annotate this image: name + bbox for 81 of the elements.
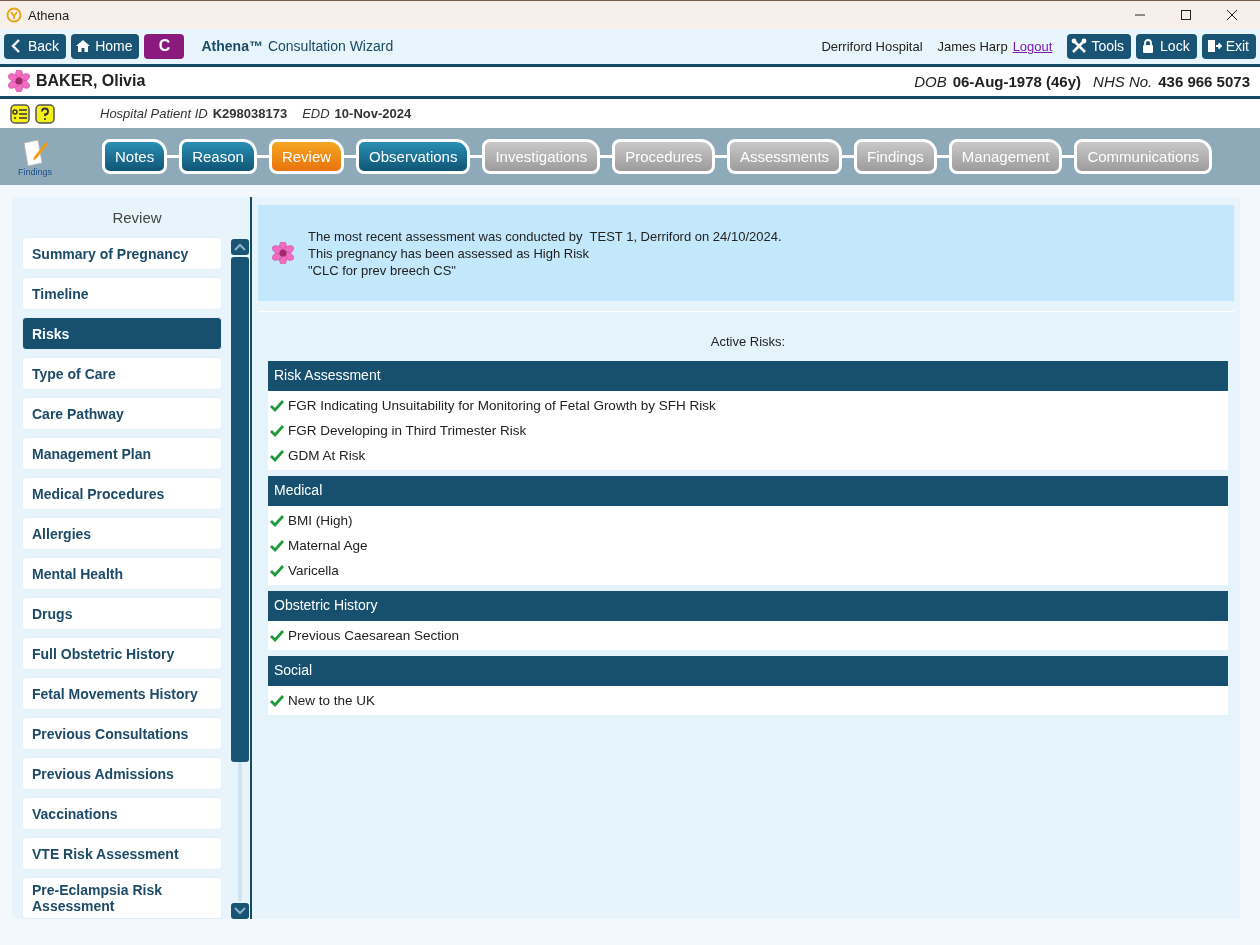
- back-button[interactable]: Back: [4, 33, 67, 59]
- findings-button[interactable]: Findings: [14, 136, 56, 177]
- patient-id-value: K298038173: [212, 106, 288, 122]
- scroll-down-icon: [231, 903, 249, 919]
- sidebar-item[interactable]: Pre-Eclampsia Risk Assessment: [22, 877, 222, 919]
- sidebar-item[interactable]: Summary of Pregnancy: [22, 237, 222, 270]
- sidebar-item[interactable]: Management Plan: [22, 437, 222, 470]
- risk-item: New to the UK: [288, 693, 376, 708]
- flower-icon: [8, 70, 30, 93]
- sidebar-item[interactable]: Care Pathway: [22, 397, 222, 430]
- exit-button[interactable]: Exit: [1201, 33, 1256, 59]
- house-icon: [75, 38, 92, 55]
- consultation-badge: C: [144, 33, 185, 59]
- edd-value: 10-Nov-2024: [334, 106, 412, 122]
- scroll-up-icon: [231, 239, 249, 255]
- alert-text: "CLC for prev breech CS": [308, 261, 457, 279]
- sidebar-item[interactable]: Timeline: [22, 277, 222, 310]
- checkmark-icon: [270, 424, 284, 437]
- risk-item: Previous Caesarean Section: [288, 628, 460, 643]
- checkmark-icon: [270, 449, 284, 462]
- checkmark-icon: [270, 694, 284, 707]
- risks-title: Active Risks:: [709, 334, 787, 349]
- risk-item: Maternal Age: [288, 538, 368, 553]
- risk-group-heading: Social: [268, 656, 1228, 686]
- window-title: Athena: [28, 7, 70, 23]
- risk-group-heading: Medical: [268, 476, 1228, 506]
- checkmark-icon: [270, 399, 284, 412]
- sidebar-item[interactable]: Previous Admissions: [22, 757, 222, 790]
- door-exit-icon: [1205, 38, 1222, 55]
- alert-text: The most recent assessment was conducted by TEST 1, Derriford on 24/10/2024.: [308, 227, 782, 245]
- maximize-icon: [1180, 9, 1192, 22]
- sidebar-title: Review: [111, 208, 163, 228]
- patient-name: BAKER, Olivia: [36, 72, 146, 91]
- risk-item: Varicella: [288, 563, 339, 578]
- sidebar-item[interactable]: Mental Health: [22, 557, 222, 590]
- list-help-icon: [10, 103, 30, 124]
- logout-link[interactable]: Logout: [1012, 38, 1053, 54]
- user-name: James Harp: [937, 38, 1008, 54]
- scrollbar-thumb[interactable]: [231, 257, 249, 762]
- alert-text: This pregnancy has been assessed as High Risk: [308, 244, 591, 262]
- help-icon: [35, 103, 55, 124]
- patient-id-label: Hospital Patient ID: [100, 106, 208, 122]
- sidebar-item[interactable]: Vaccinations: [22, 797, 222, 830]
- edd-label: EDD: [302, 106, 330, 122]
- checkmark-icon: [270, 629, 284, 642]
- lock-button[interactable]: Lock: [1136, 33, 1197, 59]
- home-button[interactable]: Home: [71, 33, 140, 59]
- tools-button[interactable]: Tools: [1067, 33, 1132, 59]
- checkmark-icon: [270, 514, 284, 527]
- flower-icon: [272, 242, 294, 264]
- risk-group-heading: Risk Assessment: [268, 361, 1228, 391]
- risk-item: BMI (High): [288, 513, 353, 528]
- checkmark-icon: [270, 539, 284, 552]
- nhs-label: NHS No.: [1093, 72, 1153, 90]
- app-subtitle: Consultation Wizard: [267, 38, 394, 55]
- app-logo-icon: [6, 7, 22, 24]
- dob-value: 06-Aug-1978 (46y): [952, 72, 1082, 90]
- wizard-step-tab[interactable]: Reason: [179, 139, 257, 175]
- risk-item: FGR Developing in Third Trimester Risk: [288, 423, 527, 438]
- risk-item: GDM At Risk: [288, 448, 366, 463]
- tools-icon: [1071, 38, 1088, 55]
- checkmark-icon: [270, 564, 284, 577]
- notepad-pencil-icon: [20, 136, 50, 167]
- dob-label: DOB: [914, 72, 947, 90]
- sidebar-item[interactable]: Fetal Movements History: [22, 677, 222, 710]
- wizard-step-tab[interactable]: Observations: [356, 139, 471, 175]
- app-name: Athena™: [201, 38, 263, 55]
- risk-item: FGR Indicating Unsuitability for Monitoring of Fetal Growth by SFH Risk: [288, 398, 716, 413]
- close-icon: [1226, 9, 1238, 22]
- sidebar-item[interactable]: Full Obstetric History: [22, 637, 222, 670]
- wizard-step-tab[interactable]: Notes: [102, 139, 168, 175]
- sidebar-item[interactable]: Medical Procedures: [22, 477, 222, 510]
- risk-group-heading: Obstetric History: [268, 591, 1228, 621]
- sidebar-item[interactable]: Drugs: [22, 597, 222, 630]
- nhs-value: 436 966 5073: [1158, 72, 1250, 90]
- sidebar-item[interactable]: Previous Consultations: [22, 717, 222, 750]
- hospital-name: Derriford Hospital: [821, 38, 923, 54]
- sidebar-item[interactable]: Allergies: [22, 517, 222, 550]
- sidebar-item[interactable]: VTE Risk Assessment: [22, 837, 222, 870]
- sidebar-item[interactable]: Type of Care: [22, 357, 222, 390]
- sidebar-item[interactable]: Risks: [22, 317, 222, 350]
